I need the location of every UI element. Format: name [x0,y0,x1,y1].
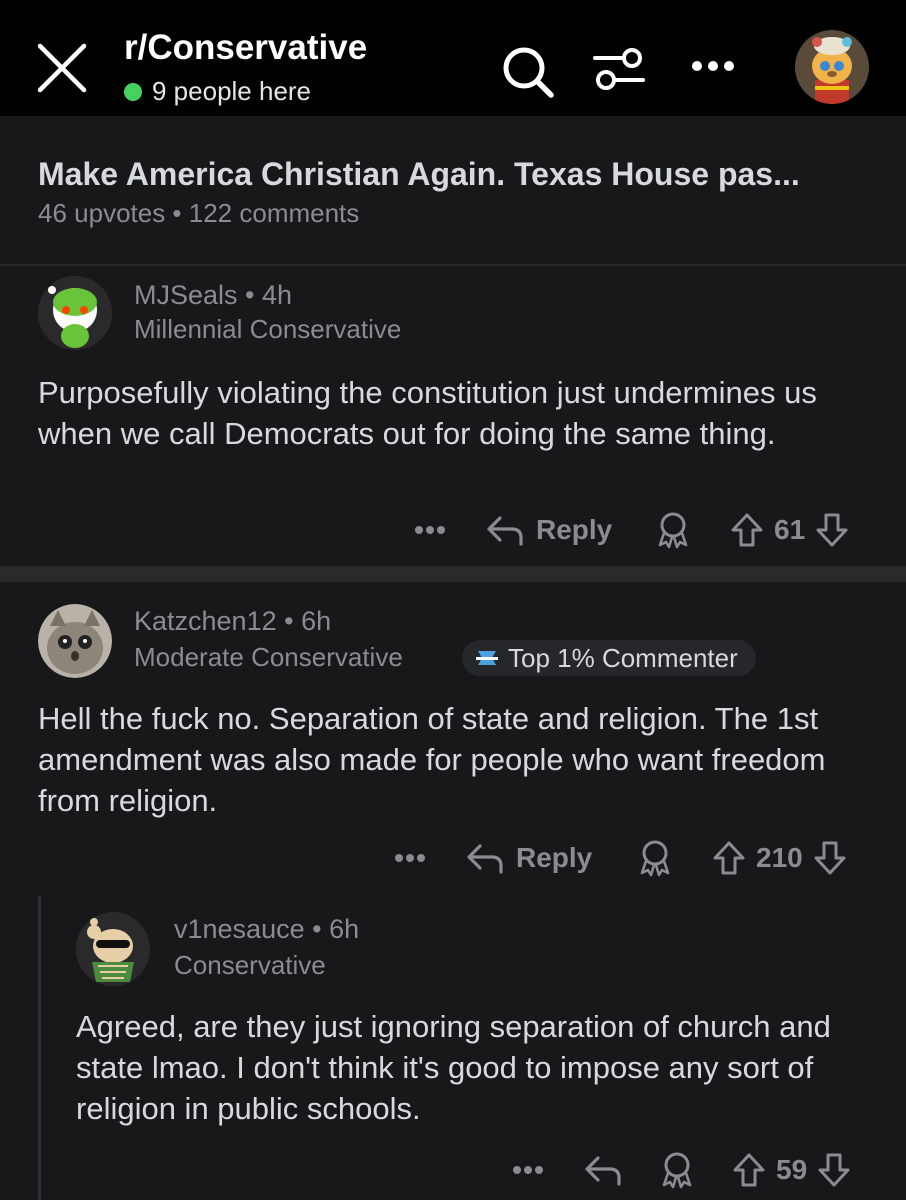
comment-body: Agreed, are they just ignoring separatio… [76,1009,831,1126]
separator-dot: • [237,280,262,310]
award-icon[interactable] [656,510,690,550]
award-icon[interactable] [660,1150,694,1190]
comment-mjseals: MJSeals • 4h Millennial Conservative Pur… [0,264,906,564]
comment-body: Purposefully violating the constitution … [38,375,817,451]
separator-dot: • [304,914,330,944]
presence-indicator: 9 people here [124,76,311,107]
reply-icon [585,1156,621,1186]
reply-icon [487,516,523,546]
badge-icon [476,651,498,665]
filter-icon[interactable] [592,46,646,92]
close-icon[interactable] [34,40,90,96]
separator-dot: • [276,606,302,636]
top-bar: r/Conservative 9 people here [0,0,906,116]
comment-divider [0,566,906,582]
vote-control: 61 [730,510,849,550]
upvote-icon[interactable] [712,840,746,876]
comment-v1nesauce: v1nesauce • 6h Conservative Agreed, are … [0,896,906,1200]
comment-katzchen12: Katzchen12 • 6h Moderate Conservative To… [0,582,906,892]
reply-button[interactable] [584,1150,622,1190]
comment-author[interactable]: v1nesauce [174,914,305,944]
post-meta: 46 upvotes • 122 comments [38,198,360,228]
downvote-icon[interactable] [815,512,849,548]
subreddit-title[interactable]: r/Conservative [124,28,367,68]
comment-author[interactable]: MJSeals [134,280,238,310]
more-icon[interactable] [690,58,736,74]
top-commenter-badge[interactable]: Top 1% Commenter [462,640,756,676]
post-title[interactable]: Make America Christian Again. Texas Hous… [38,156,800,193]
user-flair: Conservative [174,950,326,980]
online-dot-icon [124,82,142,101]
post-header[interactable]: Make America Christian Again. Texas Hous… [0,116,906,266]
vote-score: 210 [756,842,803,873]
vote-control: 59 [732,1150,851,1190]
comment-author-line: Katzchen12 • 6h [134,606,331,637]
comment-time: 4h [262,280,293,310]
avatar[interactable] [76,912,150,986]
award-icon[interactable] [638,838,672,878]
more-options-icon[interactable] [394,838,426,878]
comment-actions: 59 [0,1150,906,1190]
vote-control: 210 [712,838,847,878]
comment-actions: Reply 210 [0,838,906,878]
upvote-icon[interactable] [732,1152,766,1188]
comment-actions: Reply 61 [0,510,906,550]
reply-icon [467,844,503,874]
user-avatar[interactable] [795,30,869,104]
presence-text: 9 people here [152,76,312,106]
comment-time: 6h [329,914,360,944]
avatar[interactable] [38,276,112,350]
comment-author-line: MJSeals • 4h [134,280,292,311]
comment-body: Hell the fuck no. Separation of state an… [38,701,826,818]
upvote-icon[interactable] [730,512,764,548]
vote-score: 59 [776,1154,808,1185]
user-flair: Moderate Conservative [134,642,403,672]
comment-author-line: v1nesauce • 6h [174,914,359,945]
badge-label: Top 1% Commenter [508,642,738,673]
more-options-icon[interactable] [414,510,446,550]
comment-time: 6h [301,606,332,636]
reply-button[interactable]: Reply [466,838,592,878]
downvote-icon[interactable] [817,1152,851,1188]
vote-score: 61 [774,514,806,545]
reply-button[interactable]: Reply [486,510,612,550]
reply-label: Reply [516,842,593,873]
search-icon[interactable] [500,44,556,100]
reply-label: Reply [536,514,613,545]
comment-author[interactable]: Katzchen12 [134,606,277,636]
avatar[interactable] [38,604,112,678]
downvote-icon[interactable] [813,840,847,876]
more-options-icon[interactable] [512,1150,544,1190]
user-flair: Millennial Conservative [134,314,402,344]
